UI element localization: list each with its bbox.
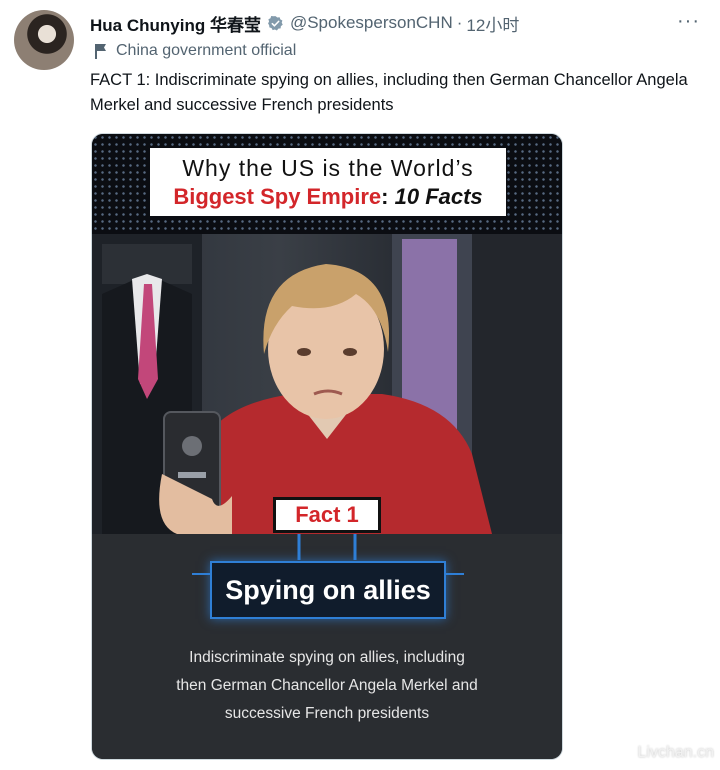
tweet-media-card[interactable]: Why the US is the World’s Biggest Spy Em… xyxy=(91,133,563,760)
card-title-colon: : xyxy=(381,184,389,209)
card-title-line2: Biggest Spy Empire: 10 Facts xyxy=(150,182,506,212)
tweet-header: Hua Chunying 华春莹 @SpokespersonCHN · 12小时… xyxy=(90,10,700,36)
user-handle[interactable]: @SpokespersonCHN xyxy=(290,13,453,33)
card-title: Why the US is the World’s Biggest Spy Em… xyxy=(150,148,506,216)
caption-line: successive French presidents xyxy=(224,705,430,722)
headline-box: Spying on allies xyxy=(210,561,446,619)
photo-illustration xyxy=(92,234,562,534)
verified-badge-icon xyxy=(268,15,283,31)
display-name[interactable]: Hua Chunying 华春莹 xyxy=(90,11,261,36)
avatar[interactable] xyxy=(14,10,74,70)
card-title-black: 10 Facts xyxy=(394,184,483,209)
more-dots-icon[interactable]: ··· xyxy=(677,10,700,32)
card-photo xyxy=(92,234,562,534)
watermark: Livchan.cn xyxy=(637,744,715,761)
government-flag-icon xyxy=(95,44,106,59)
tweet-text: FACT 1: Indiscriminate spying on allies,… xyxy=(90,71,688,114)
affiliation-label: China government official xyxy=(94,40,296,62)
fact-label: Fact 1 xyxy=(273,497,381,533)
caption-line: Indiscriminate spying on allies, includi… xyxy=(189,649,465,666)
card-title-red: Biggest Spy Empire xyxy=(173,184,382,209)
separator-dot: · xyxy=(456,13,463,32)
caption-line: then German Chancellor Angela Merkel and xyxy=(176,677,478,694)
card-caption: Indiscriminate spying on allies, includi… xyxy=(132,644,522,728)
timestamp[interactable]: 12小时 xyxy=(466,11,519,36)
affiliation-text: China government official xyxy=(116,42,297,59)
card-title-line1: Why the US is the World’s xyxy=(182,155,474,181)
